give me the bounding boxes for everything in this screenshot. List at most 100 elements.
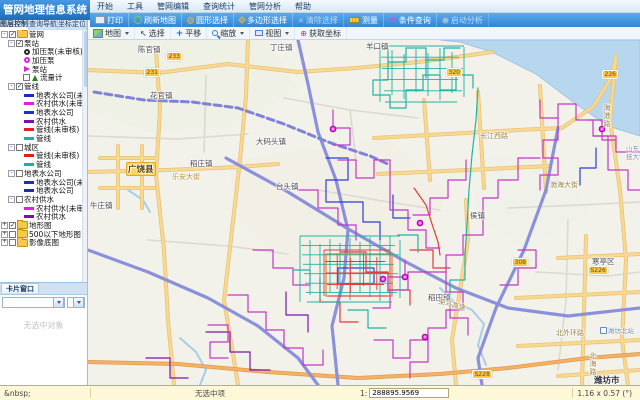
tree-expander [15, 109, 22, 116]
menu-item[interactable]: 工具 [120, 0, 150, 12]
layer-checkbox[interactable] [16, 170, 23, 177]
toolbar-button[interactable]: 获取坐标 [295, 27, 347, 39]
tree-row[interactable]: -✓管网 [0, 30, 82, 39]
view-icon [255, 30, 263, 36]
toolbar-button[interactable]: 多边形选择 [234, 13, 293, 27]
layer-checkbox[interactable]: ✓ [16, 83, 23, 90]
menu-item[interactable]: 管网分析 [242, 0, 288, 12]
printer-icon [95, 16, 105, 24]
tree-expander [15, 135, 22, 142]
layer-checkbox[interactable]: ✓ [9, 31, 16, 38]
chevron-down-icon[interactable] [53, 297, 64, 308]
layer-checkbox[interactable]: ✓ [9, 222, 16, 229]
sidebar-tab[interactable]: 坐标定位 [58, 20, 87, 30]
tree-row[interactable]: 流量计 [0, 73, 82, 82]
no-selection-text: 无选中对象 [0, 320, 87, 331]
status-selection: 无选中项 [95, 388, 225, 399]
sidebar-tab[interactable]: 查询导航 [29, 20, 58, 30]
circle-select-icon [187, 17, 194, 24]
layer-checkbox[interactable] [9, 231, 16, 238]
toolbar-button-label: 平移 [185, 28, 201, 39]
status-scale: 1: [360, 388, 449, 398]
pan-icon [176, 29, 184, 38]
layer-checkbox[interactable] [9, 239, 16, 246]
chevron-down-icon [125, 32, 129, 35]
polygon-select-icon [238, 16, 246, 24]
tree-expander[interactable]: - [8, 196, 15, 203]
status-left: &nbsp; [0, 389, 86, 398]
tree-expander[interactable]: - [1, 31, 8, 38]
map-canvas[interactable] [88, 40, 640, 385]
line-symbol-icon [24, 215, 34, 218]
toolbar-button[interactable]: 刷新地图 [129, 13, 182, 27]
toolbar-button[interactable]: 选择 [135, 27, 171, 39]
line-symbol-icon [24, 181, 34, 184]
tree-expander [15, 205, 22, 212]
query-icon [389, 18, 397, 23]
toolbar-button[interactable]: 缩放 [207, 27, 250, 39]
toolbar-button[interactable]: 地图 [88, 27, 135, 39]
status-bar: &nbsp; 无选中项 1: 1.16 x 0.57 (°) [0, 385, 640, 400]
toolbar-button[interactable]: 测量 [344, 13, 384, 27]
line-symbol-icon [24, 120, 34, 123]
tree-row[interactable]: 管线 [0, 134, 82, 143]
object-select[interactable] [2, 297, 65, 308]
line-symbol-icon [24, 189, 34, 192]
main-toolbar: 打印 刷新地图 圆形选择多边形选择 清除选择测量条件查询 启动分析 [90, 13, 640, 27]
layer-tree: -✓管网-✓泵站加压泵(未审核)加压泵泵站流量计-✓管线地表水公司(未审核)农村… [0, 30, 82, 282]
line-symbol-icon [24, 94, 34, 97]
toolbar-button-label: 刷新地图 [144, 15, 176, 26]
tree-expander[interactable]: - [8, 170, 15, 177]
toolbar-button[interactable]: 启动分析 [437, 13, 489, 27]
chevron-down-icon [240, 32, 244, 35]
toolbar-button[interactable]: 条件查询 [384, 13, 437, 27]
tree-expander[interactable]: + [1, 222, 8, 229]
sidebar-tab[interactable]: 图层控制 [0, 20, 29, 30]
toolbar-button[interactable]: 圆形选择 [182, 13, 234, 27]
scroll-thumb[interactable] [84, 31, 87, 87]
tree-label: 流量计 [40, 72, 63, 83]
toolbar-button[interactable]: 平移 [171, 27, 208, 39]
tab-card-window[interactable]: 卡片窗口 [1, 283, 39, 293]
layer-checkbox[interactable]: ✓ [16, 40, 23, 47]
tree-label: 影像底图 [29, 237, 59, 248]
toolbar-button-label: 启动分析 [451, 15, 483, 26]
measure-icon [349, 17, 360, 23]
tree-row[interactable]: + 影像底图 [0, 239, 82, 248]
tree-expander[interactable]: + [1, 239, 8, 246]
tree-expander [15, 152, 22, 159]
tree-expander[interactable]: - [8, 83, 15, 90]
map-viewport[interactable]: 陈官镇丁庄镇羊口镇花官镇大码头镇稻庄镇广饶县乐安大街牛庄镇台头镇侯镇稻田镇长江西… [88, 40, 640, 385]
tree-expander[interactable]: - [8, 144, 15, 151]
scale-input[interactable] [369, 388, 449, 398]
toolbar-button-label: 缩放 [220, 28, 236, 39]
pump-station-icon [24, 66, 30, 72]
tree-scrollbar[interactable] [82, 30, 87, 282]
app-window: 管网地理信息系统 开始工具管网编辑查询统计管网分析帮助 打印 刷新地图 圆形选择多边… [0, 0, 640, 400]
line-symbol-icon [24, 163, 34, 166]
menu-item[interactable]: 管网编辑 [150, 0, 196, 12]
toolbar-button[interactable]: 视图 [250, 27, 295, 39]
folder-icon [17, 30, 28, 38]
app-title: 管网地理信息系统 [0, 0, 90, 20]
menu-item[interactable]: 帮助 [288, 0, 318, 12]
toolbar-button[interactable]: 打印 [90, 13, 129, 27]
toolbar-button[interactable]: 清除选择 [293, 13, 344, 27]
scale-prefix: 1: [360, 389, 367, 398]
analysis-icon [442, 17, 449, 24]
menu-item[interactable]: 查询统计 [196, 0, 242, 12]
layer-checkbox[interactable] [16, 196, 23, 203]
toolbar-button-label: 清除选择 [306, 15, 338, 26]
index-select[interactable] [67, 297, 85, 308]
coord-icon [300, 29, 307, 38]
line-symbol-icon [24, 154, 34, 157]
layer-checkbox[interactable] [16, 144, 23, 151]
tree-expander[interactable]: + [1, 231, 8, 238]
toolbar-button-label: 视图 [265, 28, 281, 39]
toolbar-button-label: 圆形选择 [196, 15, 228, 26]
chevron-down-icon[interactable] [73, 297, 84, 308]
tree-expander[interactable]: - [8, 40, 15, 47]
tree-expander [15, 126, 22, 133]
toolbar-button-label: 获取坐标 [309, 28, 341, 39]
menu-item[interactable]: 开始 [90, 0, 120, 12]
